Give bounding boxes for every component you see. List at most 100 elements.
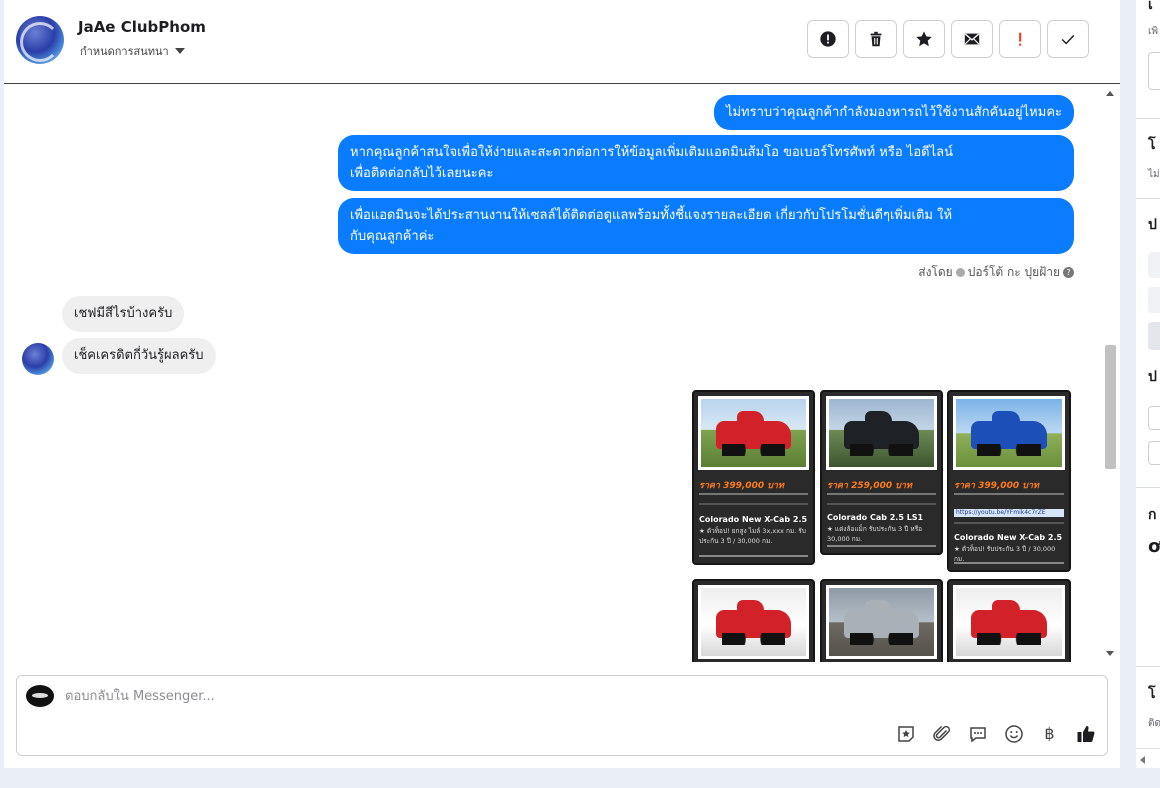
composer-toolbar: ฿ <box>894 722 1097 745</box>
card-price: ราคา 399,000 บาท <box>954 481 1039 491</box>
scroll-up-arrow-icon[interactable] <box>1106 91 1114 96</box>
mark-unread-button[interactable] <box>951 20 993 58</box>
card-details-line <box>954 522 1064 524</box>
star-button[interactable] <box>903 20 945 58</box>
thread-scrollbar[interactable] <box>1104 85 1116 662</box>
panel-text: เพิ <box>1148 26 1159 37</box>
panel-tag[interactable] <box>1148 322 1160 350</box>
delete-button[interactable] <box>855 20 897 58</box>
card-details-line <box>827 503 936 505</box>
alert-icon <box>1019 32 1022 46</box>
emoji-icon <box>1004 724 1023 743</box>
outgoing-message[interactable]: หากคุณลูกค้าสนใจเพื่อให้ง่ายและสะดวกต่อก… <box>338 135 1074 191</box>
sent-by-name[interactable]: ปอร์โต้ กะ ปุยฝ้าย <box>968 263 1060 282</box>
panel-divider <box>1136 748 1160 749</box>
car-listing-card[interactable] <box>820 579 943 662</box>
trash-icon <box>870 31 882 47</box>
panel-checkbox[interactable] <box>1148 441 1160 465</box>
panel-heading: เ <box>1148 0 1153 13</box>
mark-done-button[interactable] <box>1047 20 1089 58</box>
incoming-message[interactable]: เช็คเครดิตกี่วันรู้ผลครับ <box>62 338 216 374</box>
assign-conversation-dropdown[interactable]: กำหนดการสนทนา <box>80 42 185 60</box>
card-footer <box>827 545 936 547</box>
spam-icon <box>820 31 836 47</box>
attach-button[interactable] <box>930 722 953 745</box>
sticker-button[interactable] <box>894 722 917 745</box>
payment-button[interactable]: ฿ <box>1038 722 1061 745</box>
car-listing-card[interactable]: ราคา 399,000 บาท Colorado New X-Cab 2.5 … <box>692 390 815 565</box>
card-footer <box>954 562 1064 564</box>
star-icon <box>916 31 932 47</box>
car-listing-card[interactable]: ราคา 259,000 บาท Colorado Cab 2.5 LS1 ★ … <box>820 390 943 555</box>
card-details-line <box>954 493 1064 495</box>
panel-heading: โ <box>1148 137 1156 153</box>
emoji-button[interactable] <box>1002 722 1025 745</box>
sent-by-label: ส่งโดย <box>918 265 953 279</box>
message-text: ไม่ทราบว่าคุณลูกค้ากำลังมองหารถไว้ใช้งาน… <box>725 105 1062 120</box>
chat-panel: JaAe ClubPhom กำหนดการสนทนา ไม่ทราบว่าคุ… <box>4 0 1120 768</box>
reply-input[interactable] <box>65 684 765 708</box>
conversation-header: JaAe ClubPhom กำหนดการสนทนา <box>4 0 1120 84</box>
car-listing-card[interactable] <box>692 579 815 662</box>
assign-label: กำหนดการสนทนา <box>80 45 169 58</box>
panel-heading: ก <box>1148 507 1157 523</box>
baht-icon: ฿ <box>1044 724 1055 743</box>
right-details-panel: เ เพิ โ ไม่ ป ป ก ơ โ ติด <box>1136 0 1160 768</box>
panel-heading: ป <box>1148 217 1157 233</box>
follow-up-button[interactable] <box>999 20 1041 58</box>
caret-down-icon <box>174 48 185 54</box>
card-footer <box>699 555 808 557</box>
scroll-thumb[interactable] <box>1105 345 1116 469</box>
scroll-down-arrow-icon[interactable] <box>1106 651 1114 656</box>
car-photo <box>953 396 1065 470</box>
incoming-message[interactable]: เชฟมีสีไรบ้างครับ <box>62 296 185 332</box>
panel-divider <box>1136 487 1160 488</box>
page-avatar <box>26 685 54 707</box>
like-button[interactable] <box>1074 722 1097 745</box>
outgoing-message[interactable]: ไม่ทราบว่าคุณลูกค้ากำลังมองหารถไว้ใช้งาน… <box>713 95 1074 130</box>
like-icon <box>1077 725 1094 742</box>
card-description: ★ ตัวท็อป! ยกสูง ไมล์ 3x,xxx กม. รับประก… <box>699 527 806 545</box>
contact-name[interactable]: JaAe ClubPhom <box>78 18 206 36</box>
panel-tag[interactable] <box>1148 252 1160 278</box>
card-details-line <box>699 493 808 495</box>
card-video-link[interactable]: https://youtu.be/YFmik4c7rZE <box>954 509 1064 517</box>
mail-icon <box>964 33 980 45</box>
sent-by-info: ส่งโดย ปอร์โต้ กะ ปุยฝ้าย ? <box>918 263 1074 282</box>
car-listing-card[interactable]: ราคา 399,000 บาท https://youtu.be/YFmik4… <box>947 390 1071 572</box>
mark-spam-button[interactable] <box>807 20 849 58</box>
scroll-left-arrow-icon[interactable] <box>1140 756 1145 764</box>
panel-tag[interactable] <box>1148 287 1160 313</box>
panel-heading: ป <box>1148 369 1157 385</box>
car-photo <box>698 396 809 470</box>
message-text: เพื่อติดต่อกลับไว้เลยนะคะ <box>350 166 494 181</box>
card-price: ราคา 259,000 บาท <box>827 481 912 491</box>
panel-divider <box>1136 118 1160 119</box>
sender-avatar[interactable] <box>22 343 54 375</box>
contact-avatar[interactable] <box>16 16 64 64</box>
saved-reply-icon <box>969 726 986 742</box>
car-listing-card[interactable] <box>947 579 1071 662</box>
panel-divider <box>1136 198 1160 199</box>
car-photo <box>698 585 809 659</box>
message-text: กับคุณลูกค้าค่ะ <box>350 229 435 244</box>
message-text: เชฟมีสีไรบ้างครับ <box>74 306 173 321</box>
message-text: หากคุณลูกค้าสนใจเพื่อให้ง่ายและสะดวกต่อก… <box>350 145 953 160</box>
card-description: ★ ตัวท็อป! รับประกัน 3 ปี / 30,000 กม. <box>954 545 1056 563</box>
card-model: Colorado New X-Cab 2.5 <box>954 533 1063 542</box>
panel-checkbox[interactable] <box>1148 406 1160 430</box>
reply-composer: ฿ <box>16 675 1108 756</box>
message-thread[interactable]: ไม่ทราบว่าคุณลูกค้ากำลังมองหารถไว้ใช้งาน… <box>4 85 1120 662</box>
panel-input[interactable] <box>1148 52 1160 90</box>
panel-heading: โ <box>1148 686 1156 702</box>
card-details-line <box>699 503 808 505</box>
help-icon[interactable]: ? <box>1063 267 1074 278</box>
message-text: เพื่อแอดมินจะได้ประสานงานให้เซลล์ได้ติดต… <box>350 208 953 223</box>
attach-icon <box>932 725 950 741</box>
car-photo <box>826 396 937 470</box>
message-text: เช็คเครดิตกี่วันรู้ผลครับ <box>74 348 204 363</box>
card-model: Colorado New X-Cab 2.5 <box>699 515 808 524</box>
saved-replies-button[interactable] <box>966 722 989 745</box>
panel-symbol: ơ <box>1148 536 1160 557</box>
outgoing-message[interactable]: เพื่อแอดมินจะได้ประสานงานให้เซลล์ได้ติดต… <box>338 198 1074 254</box>
